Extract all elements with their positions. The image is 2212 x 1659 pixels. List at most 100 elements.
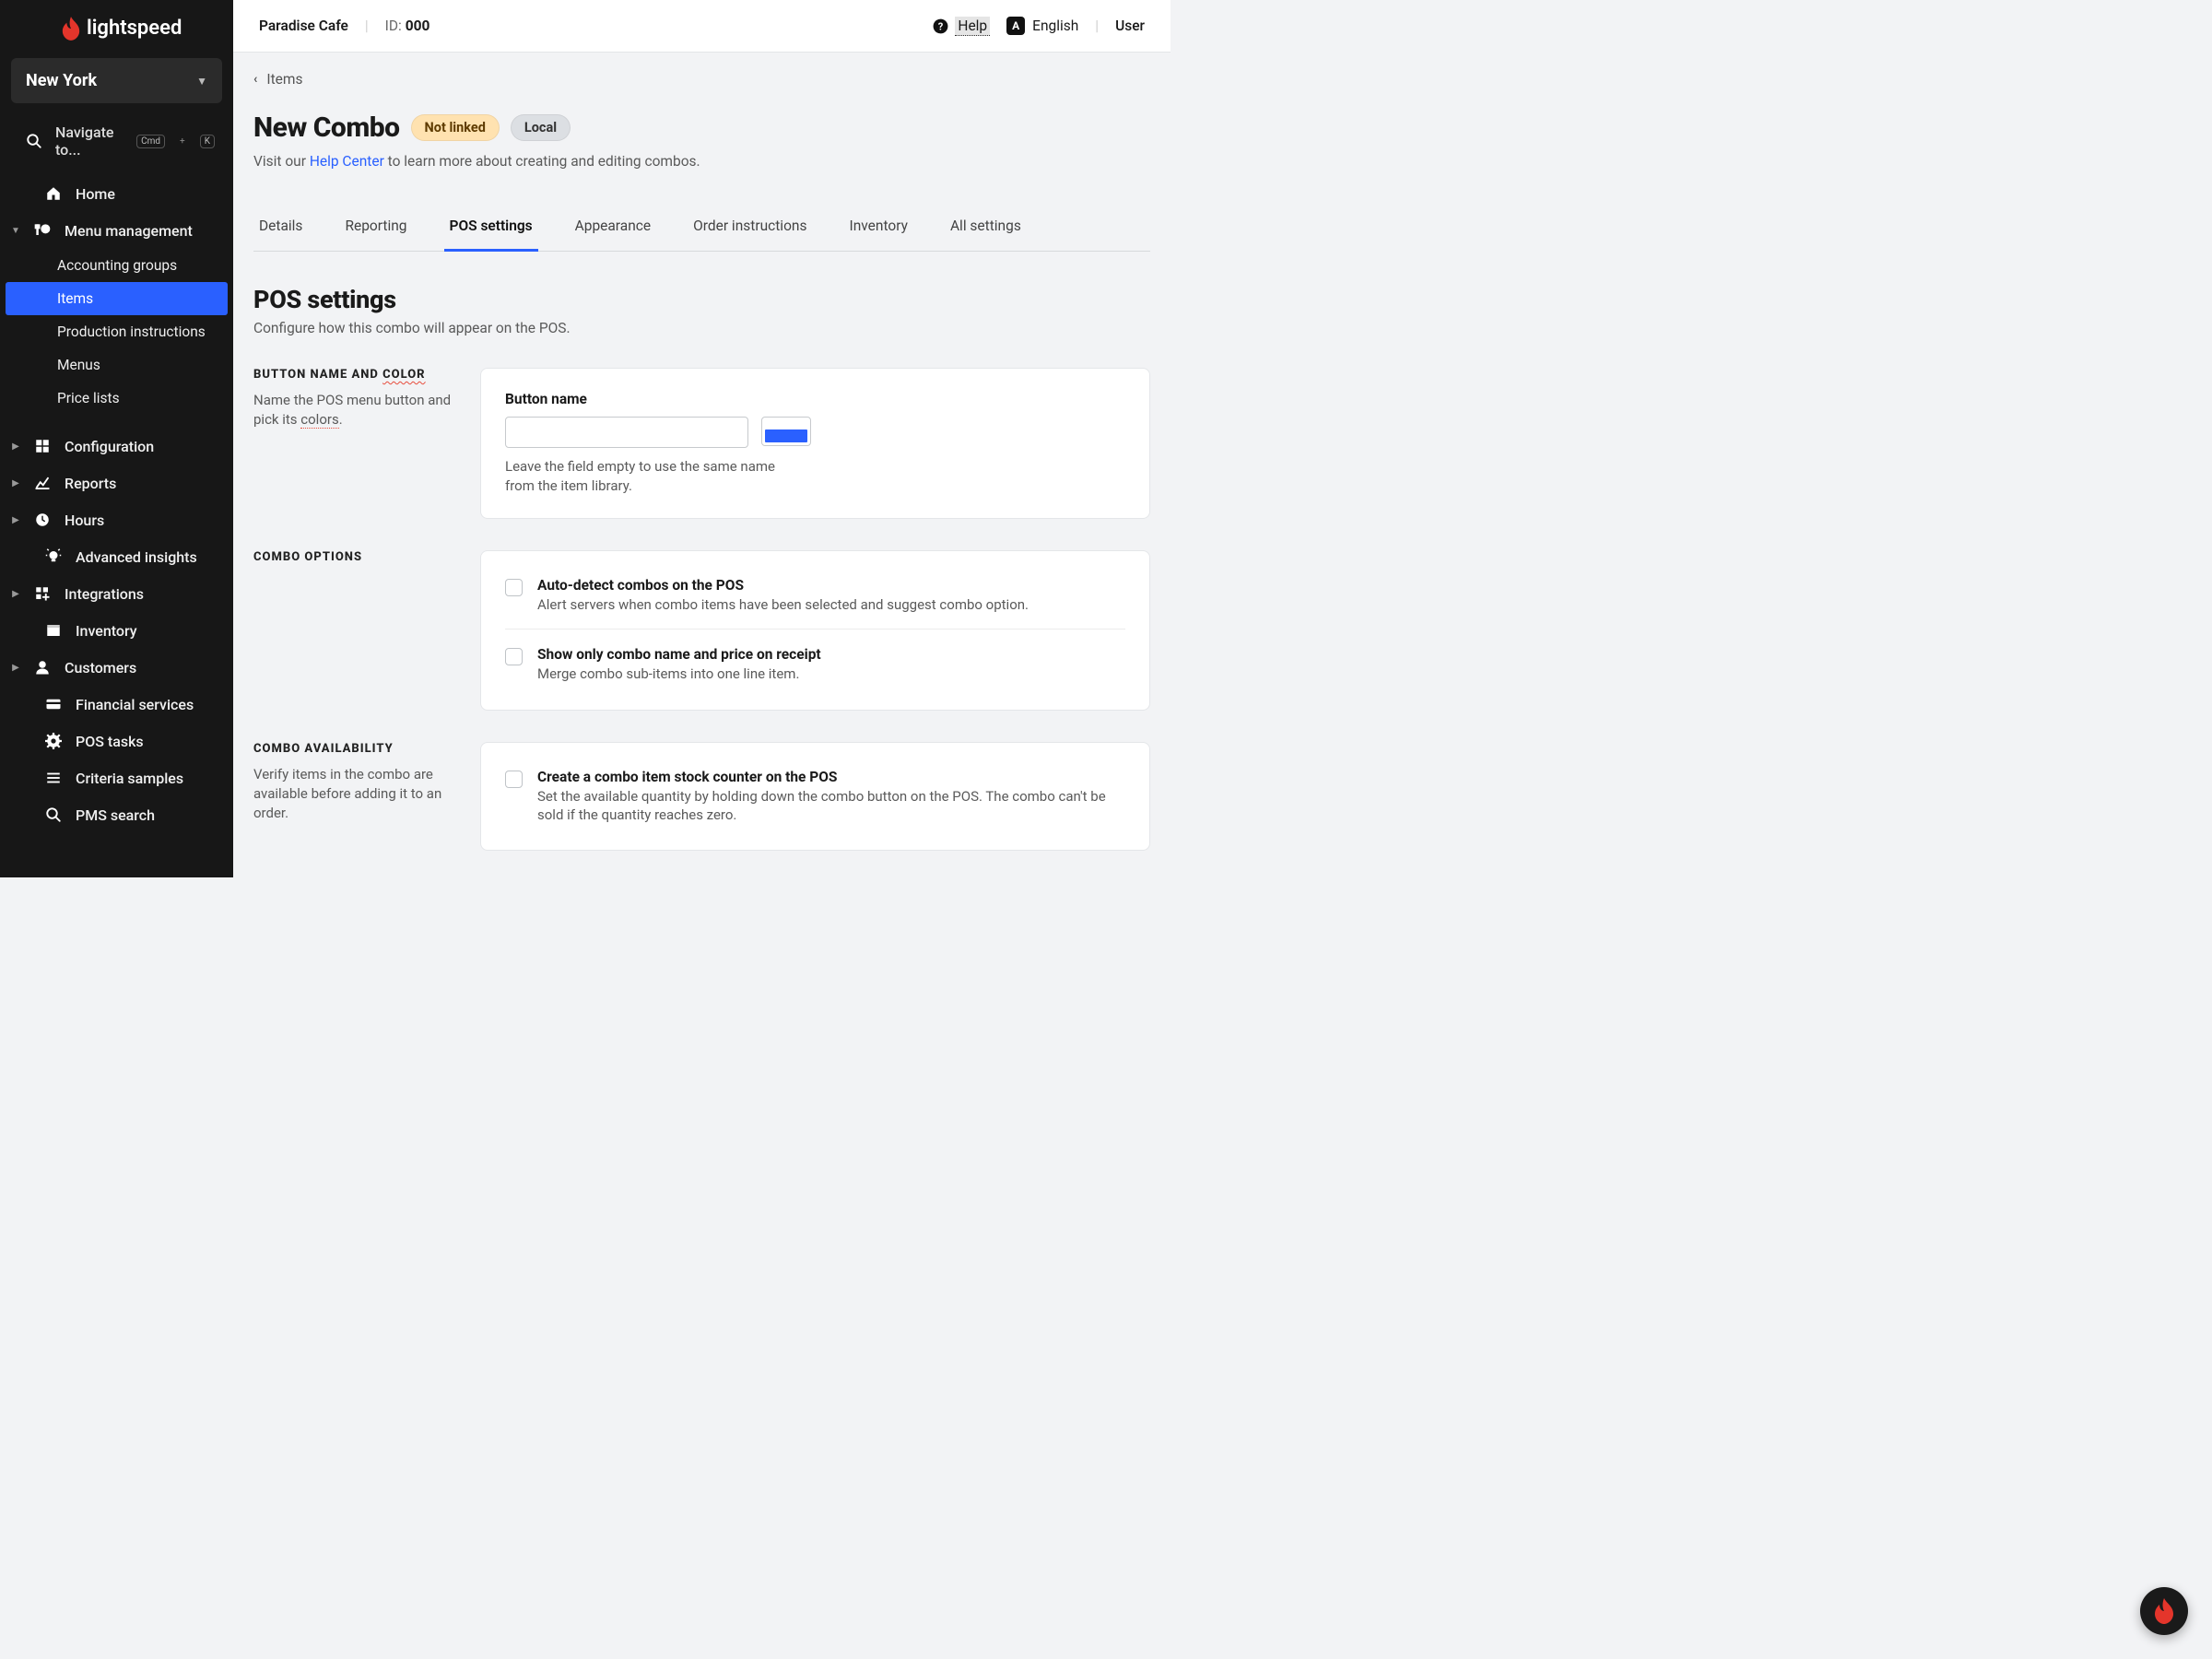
nav-production-instructions[interactable]: Production instructions xyxy=(0,315,233,348)
nav-criteria-samples[interactable]: Criteria samples xyxy=(0,759,233,796)
page-subtitle: Visit our Help Center to learn more abou… xyxy=(253,153,1150,170)
nav-accounting-groups[interactable]: Accounting groups xyxy=(0,249,233,282)
section-subtitle: Configure how this combo will appear on … xyxy=(253,320,1150,336)
badge-local: Local xyxy=(511,114,571,141)
language-selector[interactable]: A English xyxy=(1006,17,1078,35)
tab-all-settings[interactable]: All settings xyxy=(945,205,1027,252)
person-icon xyxy=(33,658,52,677)
opt-show-only-title: Show only combo name and price on receip… xyxy=(537,646,1125,663)
clock-icon xyxy=(33,511,52,529)
help-link[interactable]: ? Help xyxy=(932,17,990,36)
nav-pms-label: PMS search xyxy=(76,806,155,824)
nav-criteria-label: Criteria samples xyxy=(76,770,183,787)
button-name-input[interactable] xyxy=(505,417,748,448)
card-combo-options: Auto-detect combos on the POS Alert serv… xyxy=(480,550,1150,711)
tabs: Details Reporting POS settings Appearanc… xyxy=(253,205,1150,252)
nav-customers-label: Customers xyxy=(65,659,136,677)
nav-insights-label: Advanced insights xyxy=(76,548,197,566)
home-icon xyxy=(44,184,63,203)
nav-integrations-label: Integrations xyxy=(65,585,144,603)
opt-stock-title: Create a combo item stock counter on the… xyxy=(537,769,1125,785)
opt-auto-detect-title: Auto-detect combos on the POS xyxy=(537,577,1125,594)
field-label-button-name: Button name xyxy=(505,391,1125,407)
nav-menus[interactable]: Menus xyxy=(0,348,233,382)
tab-details[interactable]: Details xyxy=(253,205,308,252)
chart-icon xyxy=(33,474,52,492)
opt-stock-desc: Set the available quantity by holding do… xyxy=(537,787,1125,825)
nav-home-label: Home xyxy=(76,185,115,203)
checkbox-auto-detect[interactable] xyxy=(505,579,523,596)
nav-reports[interactable]: ▶ Reports xyxy=(0,465,233,501)
lightbulb-icon xyxy=(44,547,63,566)
color-swatch xyxy=(765,429,807,442)
kbd-cmd: Cmd xyxy=(136,135,165,148)
nav-search[interactable]: Navigate to... Cmd + K xyxy=(0,111,233,171)
help-icon: ? xyxy=(932,18,949,35)
flame-icon xyxy=(61,17,81,41)
nav-pos-tasks[interactable]: POS tasks xyxy=(0,723,233,759)
section-title: POS settings xyxy=(253,285,1150,314)
nav-financial-services[interactable]: Financial services xyxy=(0,686,233,723)
nav-price-lists[interactable]: Price lists xyxy=(0,382,233,415)
nav-search-placeholder: Navigate to... xyxy=(55,124,124,159)
content-scroll[interactable]: ‹ Items New Combo Not linked Local Visit… xyxy=(233,53,1171,877)
location-selector[interactable]: New York ▼ xyxy=(11,58,222,103)
grid-icon xyxy=(33,437,52,455)
separator: | xyxy=(365,18,369,34)
tab-pos-settings[interactable]: POS settings xyxy=(444,205,538,252)
opt-auto-detect-desc: Alert servers when combo items have been… xyxy=(537,595,1125,614)
nav-integrations[interactable]: ▶ Integrations xyxy=(0,575,233,612)
nav-inventory[interactable]: Inventory xyxy=(0,612,233,649)
store-name: Paradise Cafe xyxy=(259,18,348,34)
nav-pms-search[interactable]: PMS search xyxy=(0,796,233,833)
nav-advanced-insights[interactable]: Advanced insights xyxy=(0,538,233,575)
field-help-button-name: Leave the field empty to use the same na… xyxy=(505,457,800,496)
nav-menu-mgmt-label: Menu management xyxy=(65,222,193,240)
tab-order-instructions[interactable]: Order instructions xyxy=(688,205,812,252)
caret-right-icon: ▶ xyxy=(11,478,20,488)
caret-right-icon: ▶ xyxy=(11,663,20,673)
tab-inventory[interactable]: Inventory xyxy=(843,205,912,252)
color-picker[interactable] xyxy=(761,417,811,446)
gear-icon xyxy=(44,732,63,750)
nav-hours[interactable]: ▶ Hours xyxy=(0,501,233,538)
checkbox-stock-counter[interactable] xyxy=(505,771,523,788)
nav-financial-label: Financial services xyxy=(76,696,194,713)
help-center-link[interactable]: Help Center xyxy=(310,153,384,170)
location-name: New York xyxy=(26,71,97,90)
tab-reporting[interactable]: Reporting xyxy=(339,205,412,252)
chevron-left-icon: ‹ xyxy=(253,72,257,87)
id-value: 000 xyxy=(406,18,430,34)
nav-inventory-label: Inventory xyxy=(76,622,137,640)
opt-show-only-desc: Merge combo sub-items into one line item… xyxy=(537,665,1125,683)
nav-configuration[interactable]: ▶ Configuration xyxy=(0,428,233,465)
card-icon xyxy=(44,695,63,713)
user-menu[interactable]: User xyxy=(1115,18,1145,34)
nav-customers[interactable]: ▶ Customers xyxy=(0,649,233,686)
svg-text:?: ? xyxy=(938,20,944,32)
nav-menu-management[interactable]: ▼ Menu management xyxy=(0,212,233,249)
topbar: Paradise Cafe | ID: 000 ? Help A English… xyxy=(233,0,1171,53)
card-combo-availability: Create a combo item stock counter on the… xyxy=(480,742,1150,852)
group-heading-combo-options: COMBO OPTIONS xyxy=(253,550,454,564)
checkbox-show-only-name[interactable] xyxy=(505,648,523,665)
group-desc-button-name: Name the POS menu button and pick its co… xyxy=(253,391,454,429)
nav-items[interactable]: Items xyxy=(6,282,228,315)
box-icon xyxy=(44,621,63,640)
kbd-k: K xyxy=(200,135,215,148)
search-icon xyxy=(26,133,42,149)
caret-right-icon: ▶ xyxy=(11,441,20,452)
caret-right-icon: ▶ xyxy=(11,515,20,525)
kbd-plus: + xyxy=(180,136,185,147)
tab-appearance[interactable]: Appearance xyxy=(570,205,656,252)
nav-home[interactable]: Home xyxy=(0,175,233,212)
card-button-name: Button name Leave the field empty to use… xyxy=(480,368,1150,519)
brand-name: lightspeed xyxy=(87,17,182,40)
id-label: ID: xyxy=(385,18,402,34)
brand-logo: lightspeed xyxy=(0,7,233,51)
breadcrumb-back[interactable]: ‹ Items xyxy=(253,71,1150,88)
group-desc-combo-availability: Verify items in the combo are available … xyxy=(253,765,454,823)
lang-text: English xyxy=(1032,18,1078,34)
support-fab[interactable] xyxy=(2140,1587,2188,1635)
flame-icon xyxy=(2153,1598,2175,1624)
